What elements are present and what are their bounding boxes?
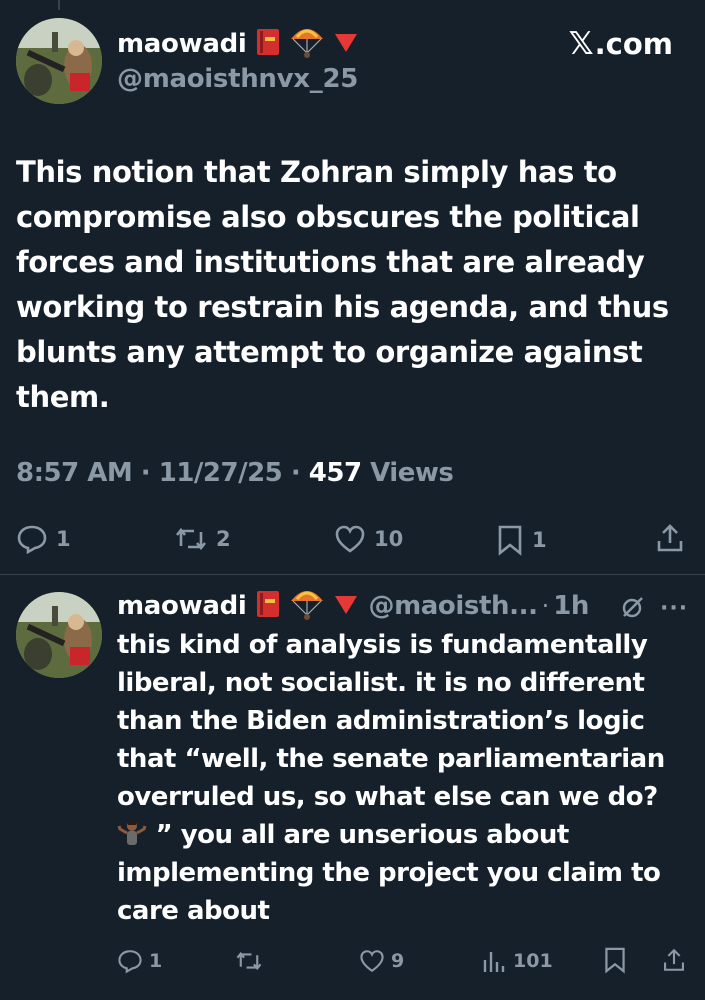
post-date[interactable]: 11/27/25	[159, 458, 283, 488]
bookmark-icon	[603, 946, 627, 974]
reply-like-count: 9	[391, 950, 404, 972]
share-icon	[661, 946, 687, 974]
screenshot-page: maowadi @maoisthnvx_25 𝕏.com This notion…	[0, 0, 705, 1000]
bookmark-count: 1	[532, 528, 547, 552]
repost-icon	[174, 524, 208, 554]
reply-header[interactable]: maowadi @maoisth... · 1h	[117, 586, 589, 626]
avatar-image	[16, 18, 102, 104]
share-button[interactable]	[654, 522, 686, 554]
like-button[interactable]: 10	[334, 524, 403, 554]
post-action-bar: 1 2 10 1	[16, 518, 688, 562]
grok-icon[interactable]	[620, 594, 646, 624]
avatar[interactable]	[16, 18, 102, 104]
analytics-icon	[481, 948, 507, 974]
author-handle[interactable]: @maoisthnvx_25	[117, 64, 358, 94]
red-down-triangle-emoji	[333, 592, 359, 620]
share-icon	[654, 522, 686, 554]
reply-text: this kind of analysis is fundamentally l…	[117, 626, 692, 930]
bookmark-icon	[496, 524, 524, 556]
views-count: 457	[309, 458, 362, 488]
header-separator: ·	[542, 592, 550, 620]
x-logo-icon: 𝕏	[569, 26, 594, 62]
more-options-icon[interactable]: ···	[660, 596, 688, 621]
thread-line	[58, 0, 60, 10]
bookmark-button[interactable]: 1	[496, 524, 547, 556]
red-book-emoji	[255, 27, 281, 61]
repost-button[interactable]: 2	[174, 524, 231, 554]
post-time[interactable]: 8:57 AM	[16, 458, 132, 488]
red-book-emoji	[255, 589, 281, 623]
reply-repost-button[interactable]	[235, 948, 269, 974]
post-metadata: 8:57 AM · 11/27/25 · 457 Views	[16, 458, 453, 488]
reply-views-count: 101	[513, 950, 553, 972]
repost-count: 2	[216, 527, 231, 551]
reply-text-part2: ” you all are unserious about implementi…	[117, 820, 660, 926]
reply-bookmark-button[interactable]	[603, 946, 627, 974]
parachute-emoji	[289, 25, 325, 63]
reply-action-bar: 1 9 101	[117, 944, 689, 980]
red-down-triangle-emoji	[333, 30, 359, 58]
watermark-text: .com	[595, 27, 673, 61]
reply-display-name[interactable]: maowadi	[117, 591, 247, 621]
reply-reply-count: 1	[149, 950, 162, 972]
reply-avatar[interactable]	[16, 592, 102, 678]
display-name[interactable]: maowadi	[117, 29, 247, 59]
reply-icon	[117, 948, 143, 974]
reply-views-button[interactable]: 101	[481, 948, 553, 974]
heart-icon	[359, 948, 385, 974]
person-shrugging-emoji	[117, 818, 147, 848]
reply-handle[interactable]: @maoisth...	[369, 591, 538, 621]
reply-like-button[interactable]: 9	[359, 948, 404, 974]
repost-icon	[235, 948, 263, 974]
author-name-row[interactable]: maowadi	[117, 24, 359, 64]
reply-share-button[interactable]	[661, 946, 687, 974]
meta-separator: ·	[141, 458, 150, 488]
reply-time[interactable]: 1h	[553, 591, 589, 621]
reply-text-part1: this kind of analysis is fundamentally l…	[117, 630, 665, 812]
parachute-emoji	[289, 587, 325, 625]
meta-separator: ·	[291, 458, 300, 488]
views-label: Views	[370, 458, 453, 488]
reply-reply-button[interactable]: 1	[117, 948, 162, 974]
avatar-image	[16, 592, 102, 678]
reply-button[interactable]: 1	[16, 524, 71, 554]
xcom-watermark: 𝕏.com	[569, 26, 673, 62]
section-divider	[0, 574, 705, 575]
reply-icon	[16, 524, 48, 554]
post-text: This notion that Zohran simply has to co…	[16, 150, 686, 420]
reply-count: 1	[56, 527, 71, 551]
like-count: 10	[374, 527, 403, 551]
heart-icon	[334, 524, 366, 554]
